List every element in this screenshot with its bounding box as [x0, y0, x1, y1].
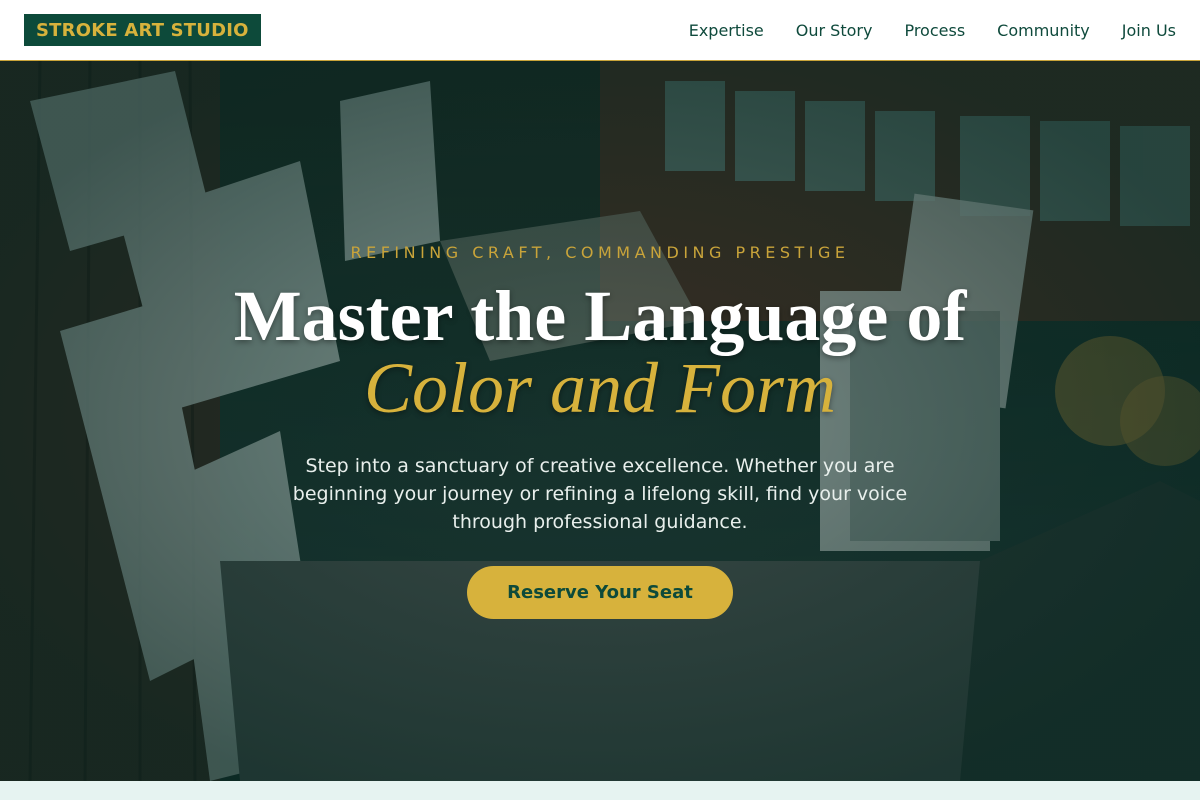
main-nav: Expertise Our Story Process Community Jo…: [657, 21, 1176, 40]
nav-link-expertise[interactable]: Expertise: [689, 21, 764, 40]
hero-title: Master the Language of: [233, 276, 967, 356]
site-header: STROKE ART STUDIO Expertise Our Story Pr…: [0, 0, 1200, 61]
nav-link-our-story[interactable]: Our Story: [796, 21, 873, 40]
hero-title-highlight: Color and Form: [363, 348, 837, 428]
next-section-edge: [0, 781, 1200, 800]
hero-content: REFINING CRAFT, COMMANDING PRESTIGE Mast…: [0, 61, 1200, 781]
hero-subtitle: Step into a sanctuary of creative excell…: [292, 455, 908, 533]
nav-link-join-us[interactable]: Join Us: [1122, 21, 1176, 40]
logo[interactable]: STROKE ART STUDIO: [24, 14, 261, 46]
reserve-seat-button[interactable]: Reserve Your Seat: [467, 566, 733, 619]
nav-link-process[interactable]: Process: [904, 21, 965, 40]
hero-section: REFINING CRAFT, COMMANDING PRESTIGE Mast…: [0, 61, 1200, 781]
hero-eyebrow: REFINING CRAFT, COMMANDING PRESTIGE: [350, 243, 850, 262]
nav-link-community[interactable]: Community: [997, 21, 1090, 40]
